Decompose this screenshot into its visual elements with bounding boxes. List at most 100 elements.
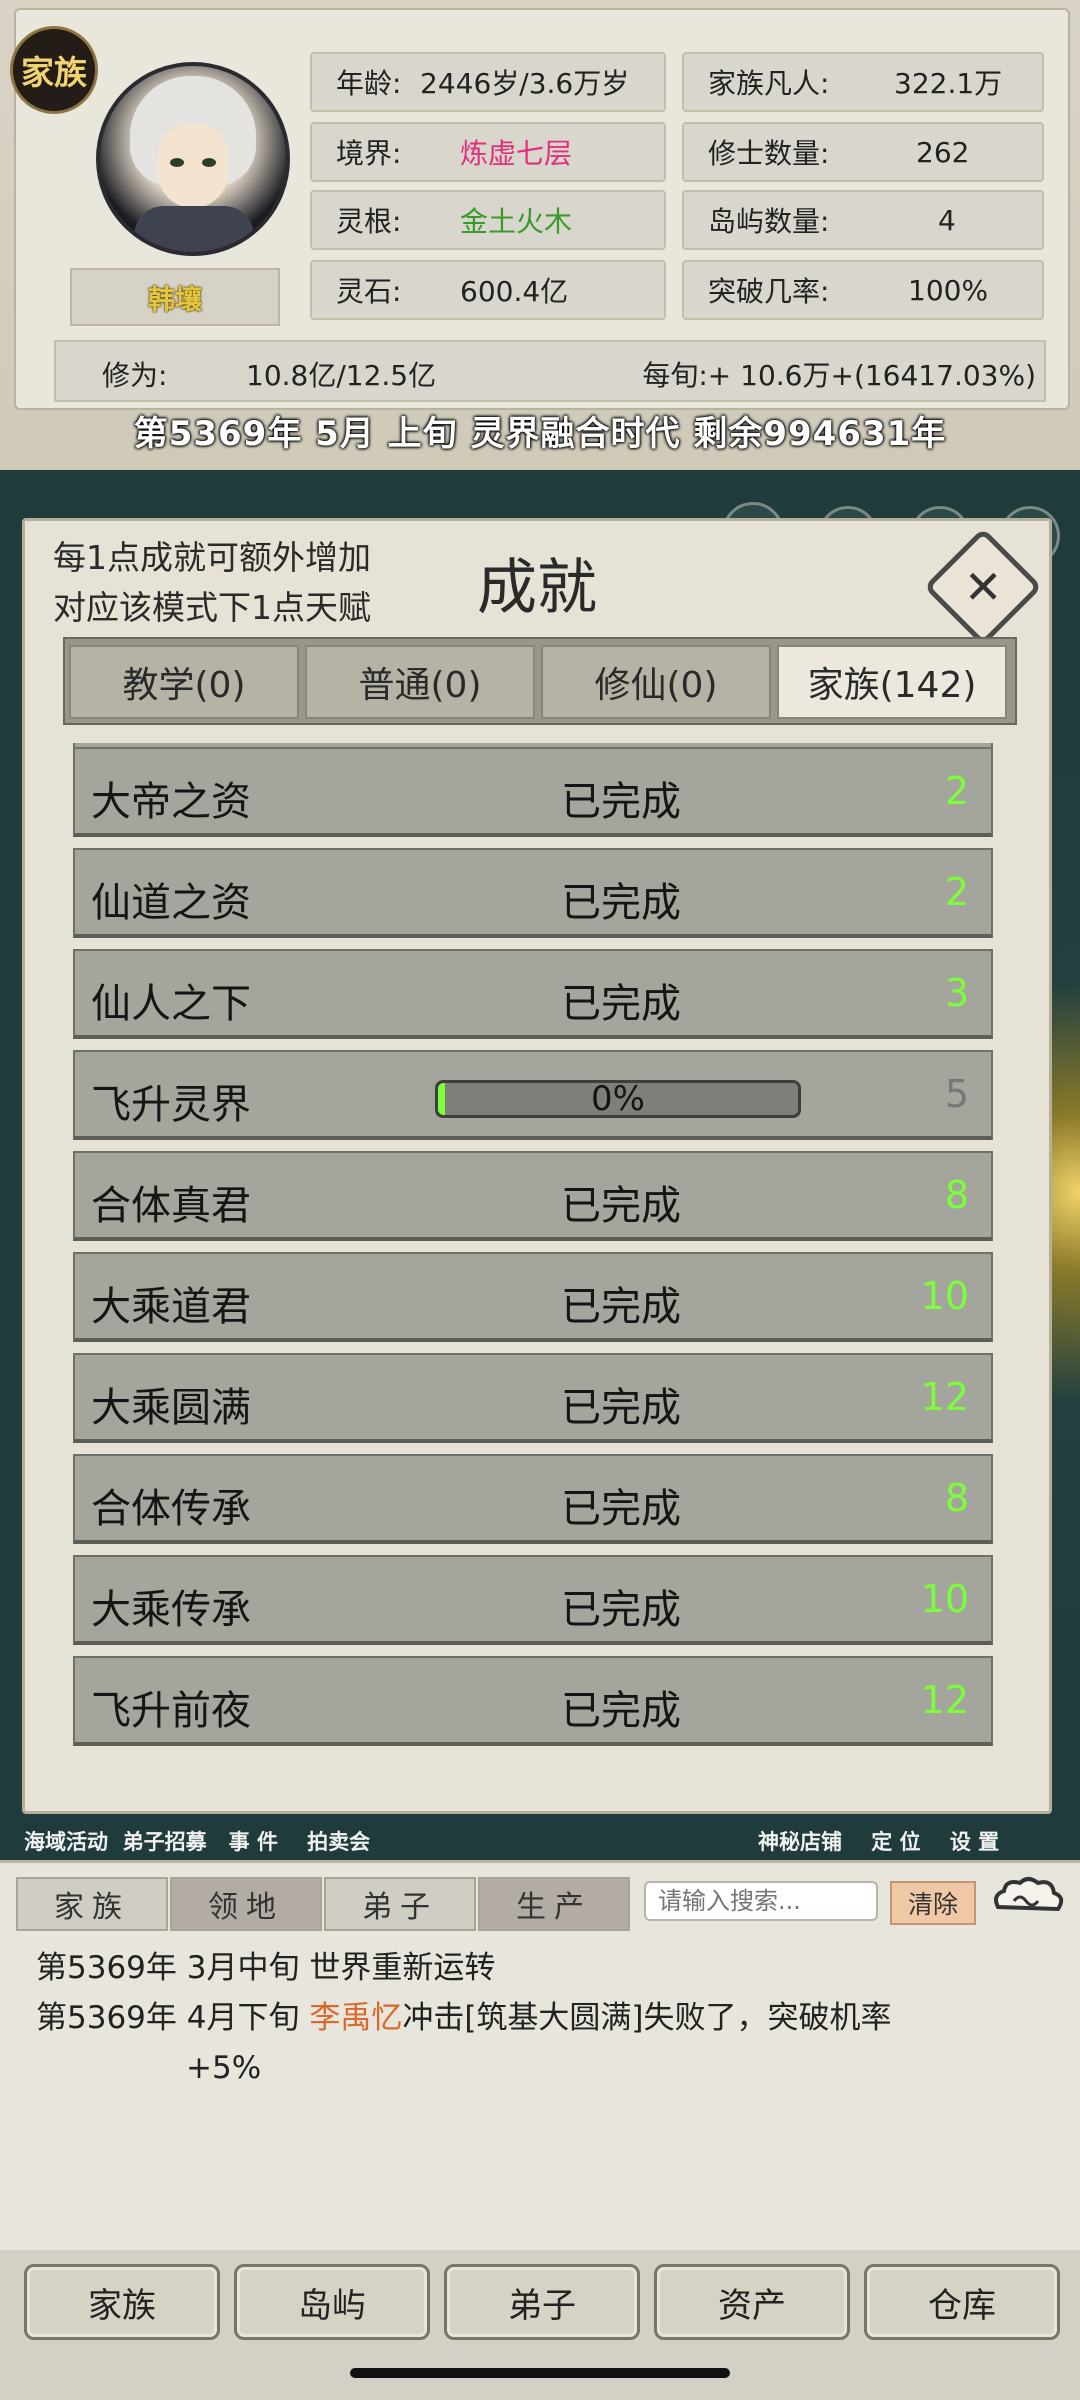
progress-text: 0% — [591, 1079, 645, 1119]
achievement-points: 12 — [920, 1375, 969, 1419]
achievement-points: 2 — [944, 769, 969, 813]
achievement-name: 合体真君 — [91, 1183, 251, 1229]
avatar[interactable] — [96, 62, 290, 256]
link-auction[interactable]: 拍卖会 — [307, 1830, 370, 1854]
log-tab-territory[interactable]: 领地 — [170, 1877, 322, 1931]
log-tab-production[interactable]: 生产 — [478, 1877, 630, 1931]
cultivation-value: 10.8亿/12.5亿 — [246, 359, 437, 392]
stat-realm: 境界: 炼虚七层 — [310, 122, 666, 182]
activity-links: 海域活动 弟子招募 事 件 拍卖会 — [24, 1826, 370, 1856]
tab-family[interactable]: 家族(142) — [777, 645, 1007, 719]
achievement-tabs: 教学(0) 普通(0) 修仙(0) 家族(142) — [63, 637, 1017, 725]
tab-teaching[interactable]: 教学(0) — [69, 645, 299, 719]
achievement-name: 仙道之资 — [91, 880, 251, 926]
achievement-name: 大乘传承 — [91, 1587, 251, 1633]
achievement-name: 仙人之下 — [91, 981, 251, 1027]
close-icon: ✕ — [963, 559, 1003, 614]
achievement-modal: 每1点成就可额外增加 对应该模式下1点天赋 成就 ✕ 教学(0) 普通(0) 修… — [22, 518, 1052, 1814]
achievement-status: 已完成 — [561, 1385, 681, 1431]
stat-age: 年龄: 2446岁/3.6万岁 — [310, 52, 666, 112]
log-entry: 第5369年 4月下旬 李禹忆冲击[筑基大圆满]失败了，突破机率 — [36, 2000, 892, 2036]
achievement-row: 仙人之下 已完成 3 — [73, 949, 993, 1039]
achievement-name: 合体传承 — [91, 1486, 251, 1532]
stat-root: 灵根: 金土火木 — [310, 190, 666, 250]
stat-islands-value: 4 — [938, 203, 956, 237]
nav-disciples-button[interactable]: 弟子 — [444, 2264, 640, 2340]
achievement-progress-bar: 0% — [435, 1079, 801, 1119]
achievement-status: 已完成 — [561, 1587, 681, 1633]
achievement-name: 飞升前夜 — [91, 1688, 251, 1734]
log-tab-disciples[interactable]: 弟子 — [324, 1877, 476, 1931]
home-indicator — [350, 2368, 730, 2378]
log-highlight-name[interactable]: 李禹忆 — [309, 2000, 402, 2036]
stat-mortals: 家族凡人: 322.1万 — [682, 52, 1044, 112]
log-tab-family[interactable]: 家族 — [16, 1877, 168, 1931]
achievement-status: 已完成 — [561, 1183, 681, 1229]
achievement-row: 合体传承 已完成 8 — [73, 1454, 993, 1544]
tab-normal[interactable]: 普通(0) — [305, 645, 535, 719]
nav-warehouse-button[interactable]: 仓库 — [864, 2264, 1060, 2340]
link-sea-activity[interactable]: 海域活动 — [24, 1830, 108, 1854]
achievement-status: 已完成 — [561, 1486, 681, 1532]
cultivation-label: 修为: — [102, 359, 168, 392]
achievement-row: 飞升前夜 已完成 12 — [73, 1656, 993, 1746]
achievement-row: 飞升灵界 0% 5 — [73, 1050, 993, 1140]
log-entry: 第5369年 3月中旬 世界重新运转 — [36, 1950, 496, 1986]
stat-cultivators: 修士数量: 262 — [682, 122, 1044, 182]
modal-title: 成就 — [477, 553, 597, 623]
nav-islands-button[interactable]: 岛屿 — [234, 2264, 430, 2340]
clan-badge[interactable]: 家族 — [10, 26, 98, 114]
achievement-row: 合体真君 已完成 8 — [73, 1151, 993, 1241]
shop-links: 神秘店铺 定 位 设 置 — [758, 1826, 999, 1856]
achievement-list[interactable]: 大帝之资 已完成 2 仙道之资 已完成 2 仙人之下 已完成 3 飞升灵界 0% 5 合体真君 已完成 8 大… — [73, 743, 1003, 1787]
achievement-row: 大帝之资 已完成 2 — [73, 747, 993, 837]
cultivation-row: 修为: 10.8亿/12.5亿 每旬:+ 10.6万+(16417.03%) — [54, 340, 1046, 402]
achievement-row: 大乘传承 已完成 10 — [73, 1555, 993, 1645]
achievement-points: 10 — [920, 1274, 969, 1318]
achievement-points: 8 — [944, 1476, 969, 1520]
nav-family-button[interactable]: 家族 — [24, 2264, 220, 2340]
stat-age-value: 2446岁/3.6万岁 — [420, 67, 630, 100]
achievement-name: 大乘道君 — [91, 1284, 251, 1330]
status-panel: 韩壤 年龄: 2446岁/3.6万岁 境界: 炼虚七层 灵根: 金土火木 灵石:… — [0, 0, 1080, 470]
achievement-row: 大乘道君 已完成 10 — [73, 1252, 993, 1342]
per-period-gain: 每旬:+ 10.6万+(16417.03%) — [642, 359, 1036, 392]
link-locate[interactable]: 定 位 — [871, 1830, 920, 1854]
stat-stones: 灵石: 600.4亿 — [310, 260, 666, 320]
achievement-status: 已完成 — [561, 779, 681, 825]
stat-islands: 岛屿数量: 4 — [682, 190, 1044, 250]
stat-stones-value: 600.4亿 — [460, 275, 569, 308]
nav-assets-button[interactable]: 资产 — [654, 2264, 850, 2340]
status-card: 韩壤 年龄: 2446岁/3.6万岁 境界: 炼虚七层 灵根: 金土火木 灵石:… — [14, 8, 1070, 410]
achievement-row: 大乘圆满 已完成 12 — [73, 1353, 993, 1443]
date-line: 第5369年 5月 上旬 灵界融合时代 剩余994631年 — [133, 413, 947, 454]
search-input[interactable] — [644, 1881, 878, 1921]
achievement-points: 10 — [920, 1577, 969, 1621]
stat-mortals-value: 322.1万 — [894, 67, 1003, 100]
achievement-status: 已完成 — [561, 880, 681, 926]
achievement-points: 3 — [944, 971, 969, 1015]
stat-breakthrough-value: 100% — [908, 273, 989, 307]
link-mystery-shop[interactable]: 神秘店铺 — [758, 1830, 842, 1854]
stat-root-value: 金土火木 — [460, 205, 573, 238]
stat-breakthrough: 突破几率: 100% — [682, 260, 1044, 320]
achievement-points: 5 — [944, 1072, 969, 1116]
achievement-status: 已完成 — [561, 1688, 681, 1734]
achievement-status: 已完成 — [561, 981, 681, 1027]
cloud-icon[interactable] — [990, 1873, 1066, 1923]
achievement-name: 大帝之资 — [91, 779, 251, 825]
stat-realm-value: 炼虚七层 — [460, 137, 573, 170]
tab-cultivation[interactable]: 修仙(0) — [541, 645, 771, 719]
close-button[interactable]: ✕ — [923, 527, 1043, 647]
clear-button[interactable]: 清除 — [890, 1881, 976, 1925]
achievement-note: 每1点成就可额外增加 对应该模式下1点天赋 — [53, 538, 371, 627]
achievement-points: 12 — [920, 1678, 969, 1722]
stat-cultivators-value: 262 — [916, 135, 970, 169]
link-events[interactable]: 事 件 — [229, 1830, 278, 1854]
achievement-points: 8 — [944, 1173, 969, 1217]
log-entry-continued: +5% — [186, 2050, 262, 2086]
achievement-status: 已完成 — [561, 1284, 681, 1330]
link-settings[interactable]: 设 置 — [950, 1830, 999, 1854]
achievement-points: 2 — [944, 870, 969, 914]
link-recruit[interactable]: 弟子招募 — [123, 1830, 207, 1854]
